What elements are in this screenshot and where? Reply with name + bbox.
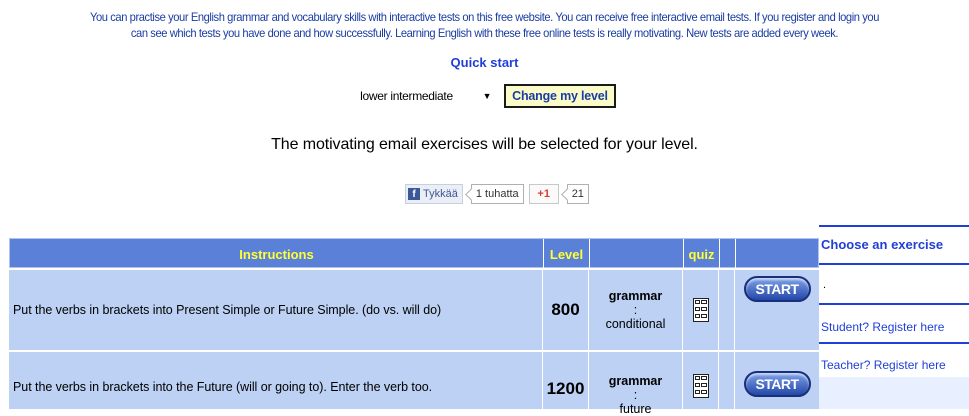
google-plus-count: 21 (566, 184, 589, 204)
quiz-icon[interactable] (692, 298, 709, 322)
row-quiz-cell (683, 270, 719, 350)
facebook-icon: f (408, 188, 420, 200)
quick-start-heading: Quick start (450, 55, 519, 70)
level-select[interactable]: lower intermediate ▼ (353, 85, 499, 107)
facebook-like-button[interactable]: f Tykkää (405, 184, 463, 204)
sidebar-dot: . (823, 279, 827, 291)
row-spacer (719, 270, 735, 350)
facebook-like-label: Tykkää (423, 188, 458, 200)
table-row: Put the verbs in brackets into Present S… (9, 269, 819, 350)
table-row: Put the verbs in brackets into the Futur… (9, 351, 819, 416)
row-instruction: Put the verbs in brackets into Present S… (9, 270, 543, 350)
quiz-icon[interactable] (692, 374, 709, 398)
start-button[interactable]: START (743, 371, 811, 397)
row-category: grammar: conditional (589, 270, 683, 350)
facebook-like-count: 1 tuhatta (470, 184, 524, 204)
google-plus-button[interactable]: +1 (528, 184, 559, 204)
header-spacer (720, 239, 736, 269)
sidebar-divider (819, 225, 969, 227)
header-category (590, 239, 684, 269)
intro-line-1: You can practise your English grammar an… (90, 10, 879, 24)
teacher-register-link[interactable]: Teacher? Register here (821, 358, 946, 372)
level-select-value: lower intermediate (360, 89, 453, 103)
row-spacer (719, 352, 735, 409)
start-button[interactable]: START (743, 276, 811, 302)
header-quiz: quiz (684, 239, 720, 269)
social-buttons: f Tykkää 1 tuhatta +1 21 (405, 184, 589, 204)
change-level-button[interactable]: Change my level (504, 84, 616, 108)
header-start (736, 239, 820, 269)
row-category: grammar: future (589, 352, 683, 416)
intro-text: You can practise your English grammar an… (34, 9, 935, 41)
sidebar-divider (819, 342, 969, 344)
sidebar-divider (819, 263, 969, 265)
table-header: Instructions Level quiz (9, 238, 820, 269)
row-start-cell: START (735, 270, 819, 350)
sidebar-divider (819, 303, 969, 305)
row-quiz-cell (683, 352, 719, 409)
chevron-down-icon: ▼ (482, 91, 492, 101)
motivating-text: The motivating email exercises will be s… (271, 136, 698, 153)
row-instruction: Put the verbs in brackets into the Futur… (9, 352, 543, 409)
row-category-topic: future (619, 402, 652, 416)
row-category-type: grammar (608, 374, 663, 388)
intro-line-2: can see which tests you have done and ho… (130, 26, 839, 40)
row-level: 800 (543, 270, 589, 350)
google-plus-icon: +1 (537, 188, 550, 200)
sidebar: Choose an exercise . Student? Register h… (819, 225, 969, 409)
header-level: Level (544, 239, 590, 269)
header-instructions: Instructions (10, 239, 544, 269)
row-category-type: grammar (608, 289, 663, 303)
sidebar-title: Choose an exercise (821, 237, 944, 252)
student-register-link[interactable]: Student? Register here (821, 320, 944, 334)
row-level: 1200 (543, 352, 589, 409)
level-selector-row: lower intermediate ▼ Change my level (0, 84, 969, 108)
row-start-cell: START (735, 352, 819, 409)
row-category-topic: conditional (605, 317, 666, 331)
sidebar-panel (819, 377, 969, 409)
